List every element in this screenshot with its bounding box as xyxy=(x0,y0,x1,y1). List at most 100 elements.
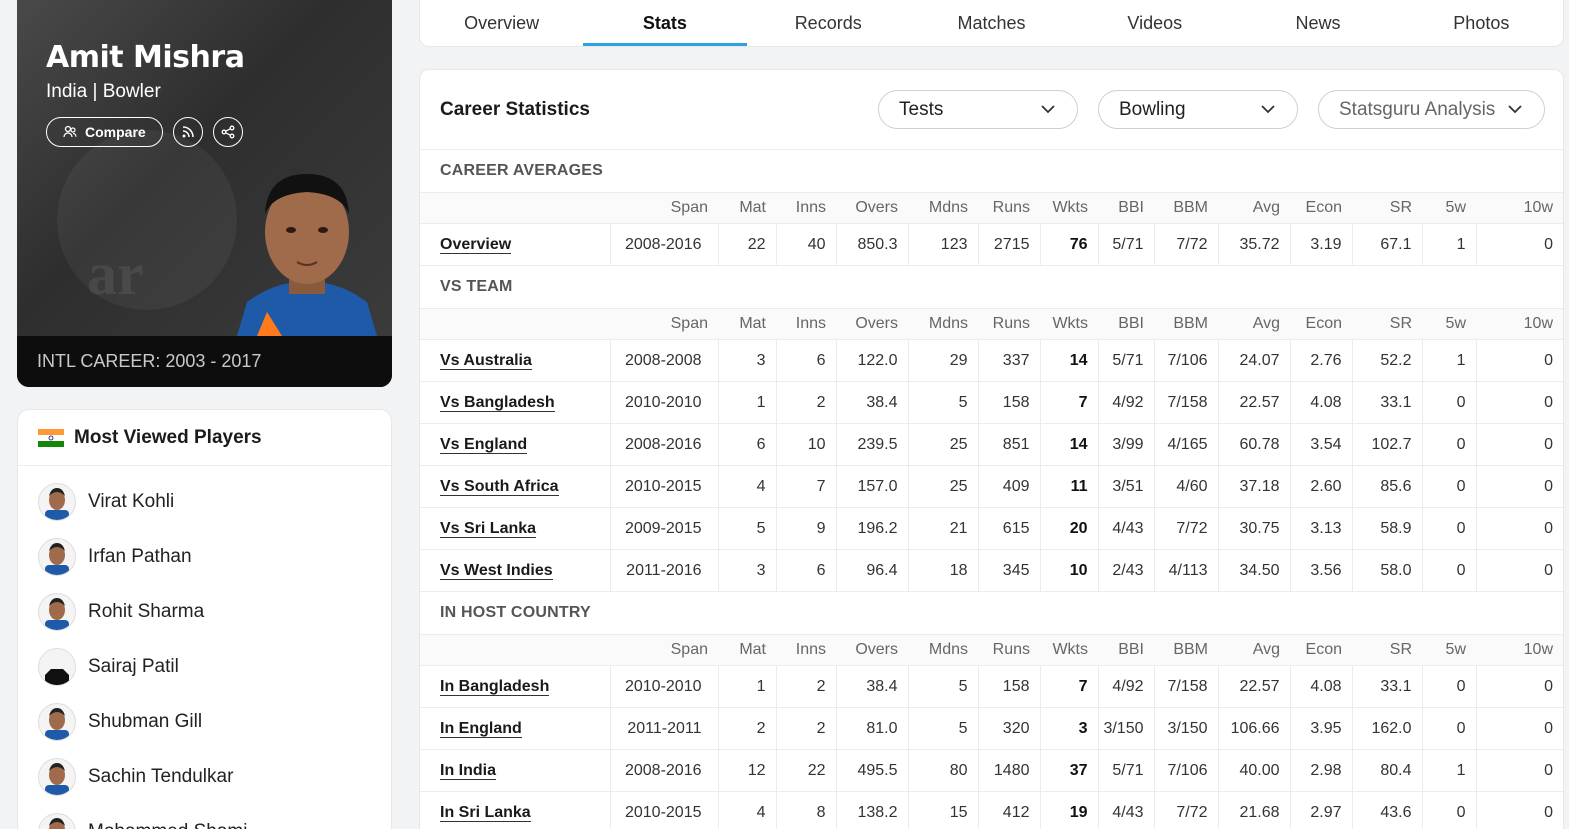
stat-cell: 7/72 xyxy=(1153,223,1218,266)
stat-cell: 38.4 xyxy=(835,381,908,424)
stat-cell: 3 xyxy=(717,549,776,592)
stat-cell: 6 xyxy=(717,423,776,466)
statsguru-analysis-select[interactable]: Statsguru Analysis xyxy=(1318,90,1545,129)
stat-cell: 106.66 xyxy=(1217,707,1290,750)
stat-cell: 4/43 xyxy=(1097,507,1154,550)
stat-cell: 2008-2016 xyxy=(609,423,718,466)
share-button[interactable] xyxy=(212,117,243,147)
row-label-link[interactable]: In Bangladesh xyxy=(440,677,550,696)
most-viewed-player-item[interactable]: Sachin Tendulkar xyxy=(18,749,391,804)
stat-cell: 495.5 xyxy=(835,749,908,792)
stat-cell: 4/92 xyxy=(1097,381,1154,424)
most-viewed-player-item[interactable]: Mohammed Shami xyxy=(18,804,391,829)
stat-cell: 0 xyxy=(1421,465,1476,508)
column-header: 5w xyxy=(1422,192,1476,224)
table-row: Vs West Indies 2011-2016 3 6 96.4 18 345 10 2/43… xyxy=(420,549,1563,592)
format-select[interactable]: Tests xyxy=(878,90,1078,129)
row-label-cell[interactable]: In England xyxy=(420,707,610,750)
most-viewed-player-item[interactable]: Irfan Pathan xyxy=(18,529,391,584)
row-label-link[interactable]: Vs Bangladesh xyxy=(440,393,555,412)
section-title: VS TEAM xyxy=(440,278,513,295)
player-profile-card: ar Amit Mishra India | Bowler Compare IN… xyxy=(17,0,392,387)
column-header: 10w xyxy=(1476,634,1563,666)
row-label-link[interactable]: In England xyxy=(440,719,522,738)
stat-cell: 81.0 xyxy=(835,707,908,750)
tab-records[interactable]: Records xyxy=(747,0,910,46)
row-label-link[interactable]: Vs South Africa xyxy=(440,477,559,496)
stat-cell: 58.9 xyxy=(1351,507,1422,550)
stat-cell: 2008-2016 xyxy=(609,749,718,792)
player-avatar xyxy=(38,537,76,576)
row-label-cell[interactable]: In India xyxy=(420,749,610,792)
column-header: Inns xyxy=(776,634,836,666)
stat-cell: 30.75 xyxy=(1217,507,1290,550)
row-label-cell[interactable]: In Bangladesh xyxy=(420,665,610,708)
section-title: CAREER AVERAGES xyxy=(440,162,604,179)
column-header: Mat xyxy=(718,192,776,224)
player-name: Irfan Pathan xyxy=(88,545,192,567)
stat-cell: 7/72 xyxy=(1153,791,1218,829)
section-title: IN HOST COUNTRY xyxy=(440,604,591,621)
stat-cell: 5 xyxy=(907,707,978,750)
stat-cell: 24.07 xyxy=(1217,339,1290,382)
row-label-link[interactable]: Overview xyxy=(440,235,512,254)
stat-cell: 3.19 xyxy=(1289,223,1352,266)
tab-news[interactable]: News xyxy=(1236,0,1399,46)
most-viewed-player-item[interactable]: Shubman Gill xyxy=(18,694,391,749)
stat-cell: 7 xyxy=(775,465,836,508)
users-icon xyxy=(63,125,77,138)
stat-cell: 3/150 xyxy=(1097,707,1154,750)
stat-cell: 2/43 xyxy=(1097,549,1154,592)
compare-label: Compare xyxy=(85,124,146,140)
row-label-cell[interactable]: Overview xyxy=(420,223,610,266)
stat-cell: 2.76 xyxy=(1289,339,1352,382)
row-label-cell[interactable]: Vs Australia xyxy=(420,339,610,382)
stat-cell: 0 xyxy=(1421,507,1476,550)
row-label-cell[interactable]: Vs Sri Lanka xyxy=(420,507,610,550)
most-viewed-player-item[interactable]: Virat Kohli xyxy=(18,474,391,529)
row-label-link[interactable]: Vs Sri Lanka xyxy=(440,519,537,538)
column-header: Span xyxy=(610,192,718,224)
most-viewed-player-item[interactable]: Sairaj Patil xyxy=(18,639,391,694)
stat-cell: 851 xyxy=(977,423,1040,466)
row-label-link[interactable]: Vs West Indies xyxy=(440,561,553,580)
stat-cell: 320 xyxy=(977,707,1040,750)
column-header: 10w xyxy=(1476,192,1563,224)
tab-matches[interactable]: Matches xyxy=(910,0,1073,46)
stat-cell: 7/158 xyxy=(1153,381,1218,424)
compare-button[interactable]: Compare xyxy=(46,117,163,147)
player-name: Shubman Gill xyxy=(88,710,203,732)
tab-videos[interactable]: Videos xyxy=(1073,0,1236,46)
stat-cell: 11 xyxy=(1039,465,1098,508)
format-select-value: Tests xyxy=(899,98,944,120)
stat-cell: 33.1 xyxy=(1351,381,1422,424)
column-header: Overs xyxy=(836,192,908,224)
column-header: Runs xyxy=(978,308,1040,340)
column-header: BBI xyxy=(1098,634,1154,666)
row-label-link[interactable]: Vs Australia xyxy=(440,351,532,370)
column-header: BBI xyxy=(1098,308,1154,340)
follow-button[interactable] xyxy=(172,117,203,147)
type-select[interactable]: Bowling xyxy=(1098,90,1298,129)
stat-cell: 7/72 xyxy=(1153,507,1218,550)
stat-cell: 8 xyxy=(775,791,836,829)
row-label-link[interactable]: Vs England xyxy=(440,435,528,454)
most-viewed-player-item[interactable]: Rohit Sharma xyxy=(18,584,391,639)
column-header: 5w xyxy=(1422,634,1476,666)
row-label-link[interactable]: In India xyxy=(440,761,496,780)
row-label-link[interactable]: In Sri Lanka xyxy=(440,803,531,822)
tab-photos[interactable]: Photos xyxy=(1400,0,1563,46)
row-label-cell[interactable]: Vs Bangladesh xyxy=(420,381,610,424)
chevron-down-icon xyxy=(1508,105,1522,114)
tab-overview[interactable]: Overview xyxy=(420,0,583,46)
stat-cell: 21.68 xyxy=(1217,791,1290,829)
stat-cell: 96.4 xyxy=(835,549,908,592)
tab-stats[interactable]: Stats xyxy=(583,0,747,46)
column-header: Wkts xyxy=(1040,308,1098,340)
chevron-down-icon xyxy=(1041,105,1055,114)
player-avatar xyxy=(38,702,76,741)
row-label-cell[interactable]: Vs West Indies xyxy=(420,549,610,592)
row-label-cell[interactable]: Vs South Africa xyxy=(420,465,610,508)
row-label-cell[interactable]: Vs England xyxy=(420,423,610,466)
row-label-cell[interactable]: In Sri Lanka xyxy=(420,791,610,829)
